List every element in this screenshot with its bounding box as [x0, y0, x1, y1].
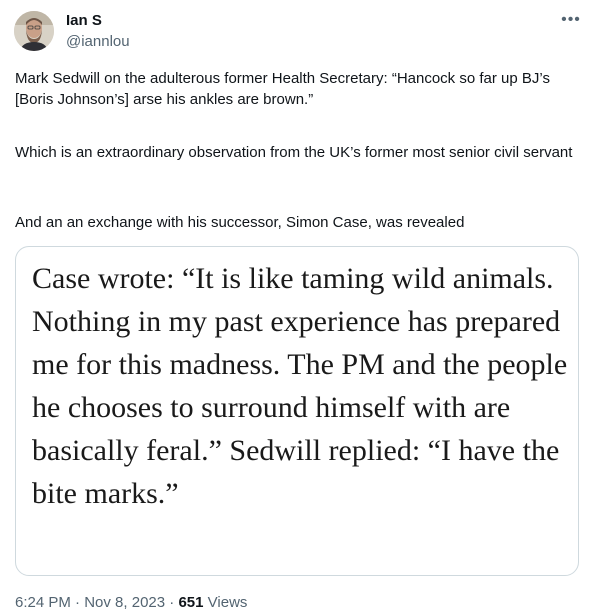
tweet-time[interactable]: 6:24 PM — [15, 594, 71, 611]
views-label: Views — [207, 594, 248, 611]
image-quote-text: Case wrote: “It is like taming wild anim… — [32, 262, 568, 510]
tweet: Ian S @iannlou ••• Mark Sedwill on the a… — [0, 0, 601, 616]
tweet-text-paragraph: And an an exchange with his successor, S… — [15, 214, 465, 231]
attached-image[interactable]: Case wrote: “It is like taming wild anim… — [15, 246, 579, 576]
tweet-meta: 6:24 PM · Nov 8, 2023 · 651 Views — [15, 594, 247, 611]
author-name[interactable]: Ian S — [66, 12, 102, 29]
meta-separator: · — [169, 594, 175, 611]
meta-separator: · — [75, 594, 81, 611]
tweet-text-paragraph: Which is an extraordinary observation fr… — [15, 144, 573, 161]
tweet-date[interactable]: Nov 8, 2023 — [84, 594, 165, 611]
more-horizontal-icon[interactable]: ••• — [561, 12, 581, 32]
avatar[interactable] — [14, 11, 54, 51]
author-handle[interactable]: @iannlou — [66, 33, 130, 50]
avatar-photo-icon — [14, 11, 54, 51]
views-count[interactable]: 651 — [178, 594, 203, 611]
tweet-text-paragraph: Mark Sedwill on the adulterous former He… — [15, 70, 550, 108]
